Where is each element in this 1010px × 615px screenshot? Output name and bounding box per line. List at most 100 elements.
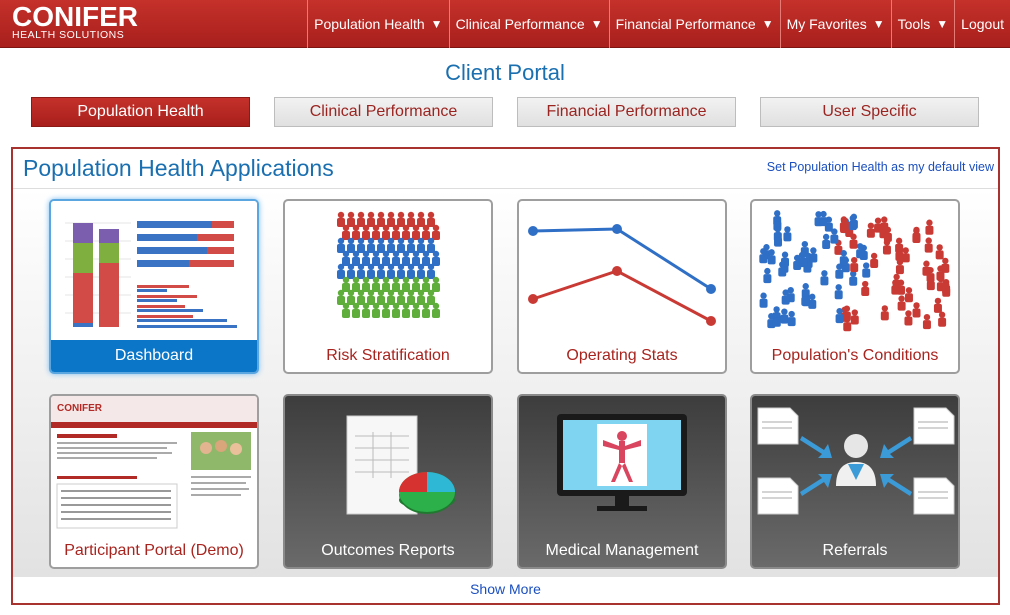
person-icon	[432, 302, 440, 318]
person-icon	[883, 226, 892, 242]
app-card-populations-conditions[interactable]: Population's Conditions	[750, 199, 960, 374]
person-icon	[933, 297, 942, 313]
app-card-medical-management[interactable]: Medical Management	[517, 394, 727, 569]
person-icon	[862, 262, 871, 278]
person-icon	[382, 250, 390, 266]
app-card-risk-stratification[interactable]: Risk Stratification	[283, 199, 493, 374]
person-icon	[377, 237, 385, 253]
person-icon	[904, 310, 913, 326]
person-icon	[402, 250, 410, 266]
app-card-operating-stats[interactable]: Operating Stats	[517, 199, 727, 374]
person-icon	[835, 307, 844, 324]
person-icon	[357, 237, 365, 253]
app-card-outcomes-reports[interactable]: Outcomes Reports	[283, 394, 493, 569]
person-icon	[767, 249, 776, 265]
person-icon	[822, 233, 831, 249]
person-icon	[874, 217, 883, 233]
person-icon	[347, 237, 355, 253]
nav-financial-performance[interactable]: Financial Performance ▼	[608, 0, 780, 48]
tab-financial-performance[interactable]: Financial Performance	[517, 97, 736, 127]
person-icon	[407, 263, 415, 279]
person-icon	[427, 289, 435, 305]
person-icon	[367, 237, 375, 253]
person-icon	[912, 227, 921, 243]
person-icon	[904, 287, 913, 303]
person-icon	[407, 211, 415, 227]
card-label: Dashboard	[51, 340, 257, 372]
person-icon	[427, 211, 435, 227]
page-title: Client Portal	[445, 60, 565, 85]
card-label: Participant Portal (Demo)	[64, 542, 244, 559]
person-icon	[759, 292, 768, 308]
card-label: Population's Conditions	[771, 347, 939, 364]
person-icon	[925, 219, 934, 235]
person-icon	[387, 289, 395, 305]
person-icon	[342, 224, 350, 240]
nav-tools[interactable]: Tools ▼	[890, 0, 955, 48]
person-icon	[850, 309, 859, 325]
app-card-dashboard[interactable]: Dashboard	[49, 199, 259, 374]
person-icon	[422, 276, 430, 292]
set-default-view-link[interactable]: Set Population Health as my default view	[767, 160, 994, 174]
tab-clinical-performance[interactable]: Clinical Performance	[274, 97, 493, 127]
person-icon	[402, 302, 410, 318]
person-icon	[799, 251, 808, 267]
person-icon	[372, 224, 380, 240]
person-icon	[392, 224, 400, 240]
person-icon	[347, 263, 355, 279]
person-icon	[342, 250, 350, 266]
person-icon	[850, 256, 859, 273]
person-icon	[880, 305, 889, 321]
person-icon	[382, 302, 390, 318]
svg-text:CONIFER: CONIFER	[57, 403, 103, 414]
person-icon	[402, 224, 410, 240]
person-icon	[808, 293, 817, 309]
person-icon	[412, 302, 420, 318]
nav-logout[interactable]: Logout	[954, 0, 1010, 48]
person-icon	[362, 302, 370, 318]
card-label: Operating Stats	[566, 347, 678, 364]
person-icon	[357, 289, 365, 305]
nav-label: Clinical Performance	[455, 16, 585, 32]
person-icon	[897, 295, 906, 311]
person-icon	[417, 237, 425, 253]
person-icon	[432, 276, 440, 292]
person-icon	[357, 211, 365, 227]
caret-down-icon: ▼	[590, 17, 603, 31]
caret-down-icon: ▼	[430, 17, 443, 31]
person-icon	[352, 224, 360, 240]
person-icon	[352, 276, 360, 292]
tab-population-health[interactable]: Population Health	[31, 97, 250, 127]
tab-user-specific[interactable]: User Specific	[760, 97, 979, 127]
card-label: Risk Stratification	[326, 347, 450, 364]
person-icon	[839, 250, 848, 266]
app-card-participant-portal[interactable]: CONIFER Participant Portal (Demo)	[49, 394, 259, 569]
nav-clinical-performance[interactable]: Clinical Performance ▼	[448, 0, 609, 48]
person-icon	[387, 211, 395, 227]
monitor-body-icon	[557, 414, 687, 511]
caret-down-icon: ▼	[872, 17, 885, 31]
show-more-link[interactable]: Show More	[13, 581, 998, 597]
person-icon	[427, 263, 435, 279]
person-icon	[347, 289, 355, 305]
conifer-logo[interactable]: CONIFER HEALTH SOLUTIONS	[12, 3, 138, 42]
card-label: Referrals	[822, 542, 888, 559]
people-crowd-icon	[337, 211, 440, 318]
person-icon	[839, 216, 848, 232]
person-icon	[849, 270, 858, 286]
person-icon	[938, 311, 947, 327]
person-icon	[352, 302, 360, 318]
person-icon	[926, 274, 935, 291]
person-icon	[819, 210, 828, 227]
nav-my-favorites[interactable]: My Favorites ▼	[779, 0, 891, 48]
person-icon	[412, 224, 420, 240]
person-icon	[432, 224, 440, 240]
nav-population-health[interactable]: Population Health ▼	[307, 0, 448, 48]
person-icon	[809, 247, 818, 263]
person-icon	[372, 250, 380, 266]
app-card-referrals[interactable]: Referrals	[750, 394, 960, 569]
person-icon	[347, 211, 355, 227]
person-icon	[835, 263, 844, 279]
person-icon	[801, 290, 810, 306]
person-icon	[895, 245, 904, 261]
